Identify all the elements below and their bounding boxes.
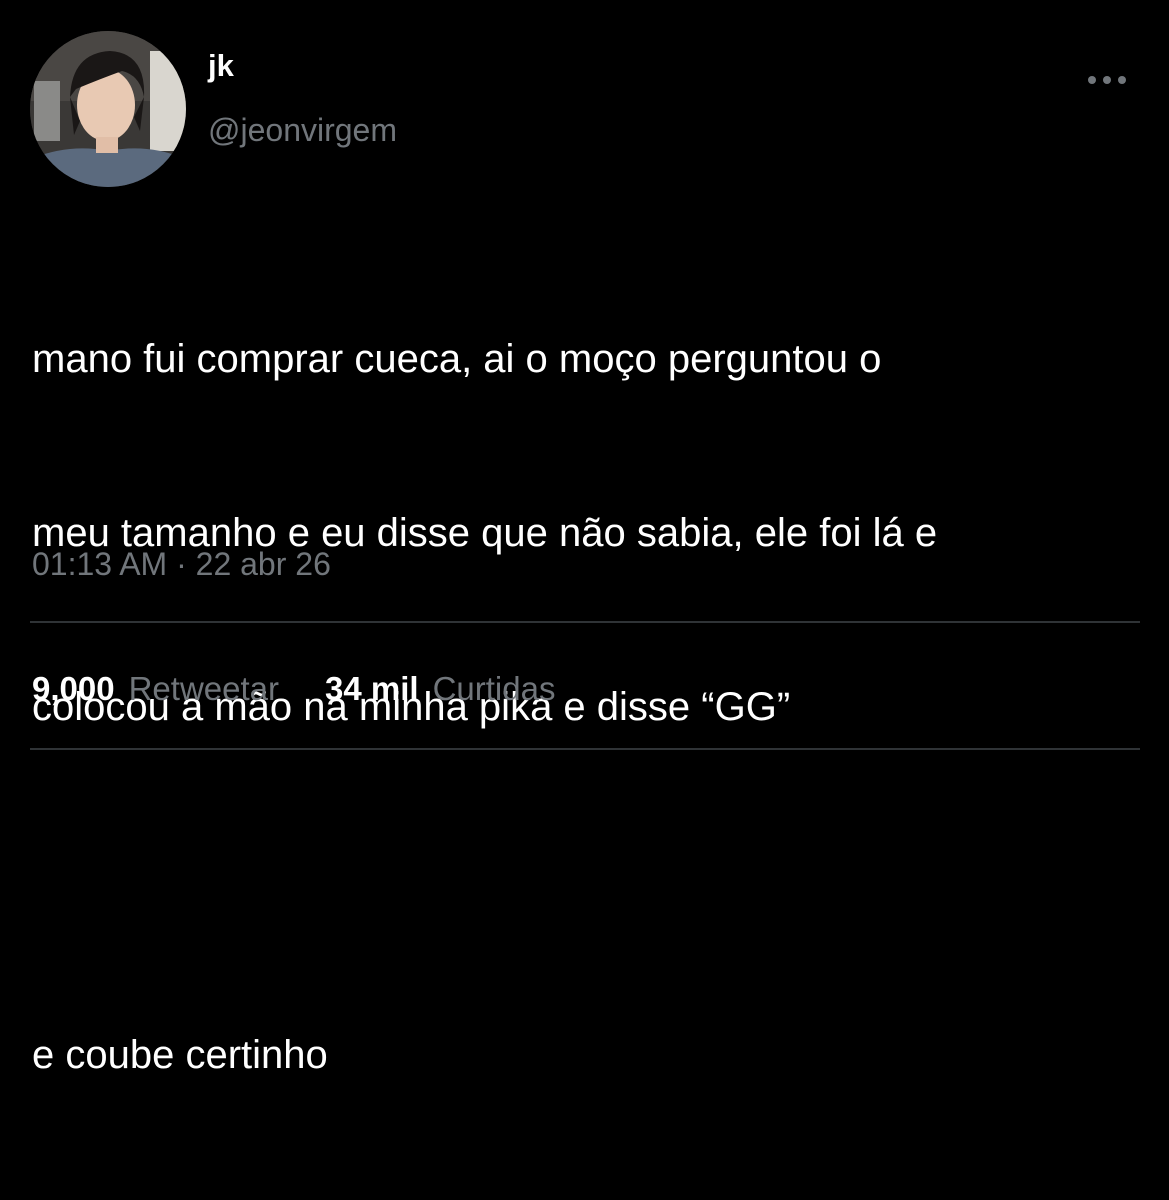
tweet-time: 01:13 AM — [32, 546, 168, 582]
more-options-button[interactable] — [1082, 62, 1132, 98]
divider — [30, 748, 1140, 750]
likes-stat[interactable]: 34 mil Curtidas — [325, 667, 555, 711]
retweets-count: 9,000 — [32, 670, 115, 707]
retweets-stat[interactable]: 9,000 Retweetar — [32, 667, 279, 711]
user-handle[interactable]: @jeonvirgem — [208, 110, 397, 150]
tweet-date: 22 abr 26 — [195, 546, 331, 582]
likes-label: Curtidas — [432, 670, 556, 707]
avatar[interactable] — [30, 31, 186, 187]
tweet-card: jk @jeonvirgem mano fui comprar cueca, a… — [0, 0, 1169, 1077]
retweets-label: Retweetar — [128, 670, 279, 707]
tweet-timestamp[interactable]: 01:13 AM · 22 abr 26 — [32, 542, 331, 586]
tweet-text-line: e coube certinho — [32, 1033, 328, 1077]
timestamp-separator: · — [176, 546, 187, 582]
divider — [30, 621, 1140, 623]
more-options-icon — [1088, 76, 1126, 84]
tweet-text-line: mano fui comprar cueca, ai o moço pergun… — [32, 337, 882, 381]
likes-count: 34 mil — [325, 670, 419, 707]
tweet-stats: 9,000 Retweetar 34 mil Curtidas — [32, 667, 555, 711]
display-name[interactable]: jk — [208, 46, 234, 86]
profile-photo-icon — [30, 31, 186, 187]
